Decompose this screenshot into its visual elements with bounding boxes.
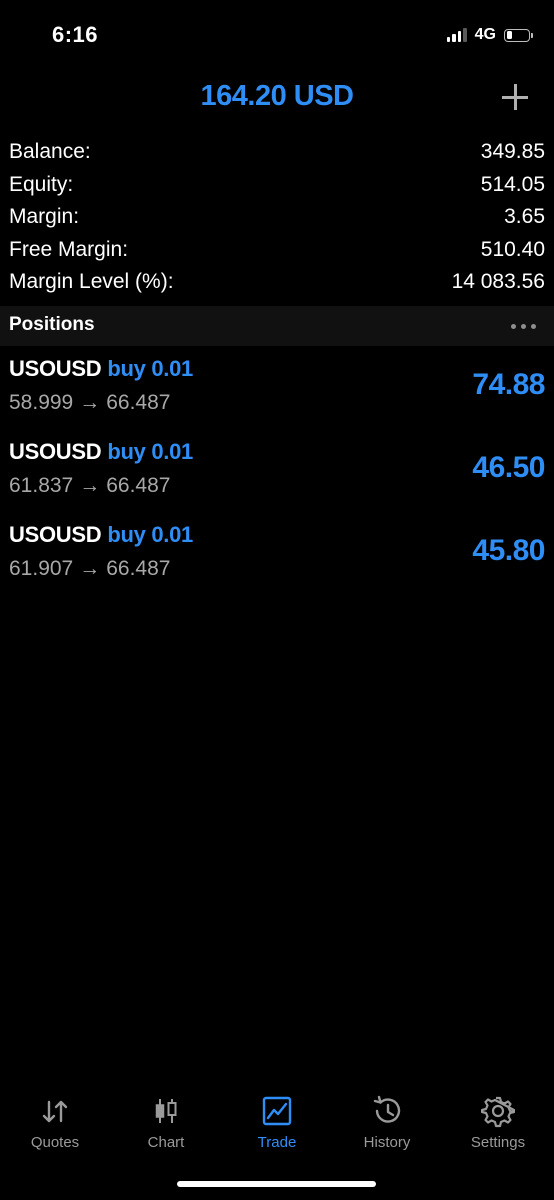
position-row[interactable]: USOUSD buy 0.01 58.999 → 66.487 74.88 xyxy=(0,346,554,429)
summary-label: Margin Level (%): xyxy=(9,270,174,293)
tab-quotes[interactable]: Quotes xyxy=(5,1090,105,1154)
summary-row-free-margin: Free Margin: 510.40 xyxy=(9,234,545,267)
position-current-price: 66.487 xyxy=(106,557,171,580)
tab-history[interactable]: History xyxy=(337,1090,437,1154)
summary-row-margin: Margin: 3.65 xyxy=(9,201,545,234)
position-profit: 74.88 xyxy=(472,368,545,401)
tab-trade[interactable]: Trade xyxy=(227,1090,327,1154)
position-direction: buy 0.01 xyxy=(107,439,193,464)
position-profit: 46.50 xyxy=(472,451,545,484)
summary-value: 510.40 xyxy=(480,237,545,261)
tab-label: Trade xyxy=(257,1134,297,1151)
signal-icon xyxy=(446,28,467,42)
status-time: 6:16 xyxy=(52,22,99,47)
header: 164.20 USD xyxy=(0,78,554,118)
status-bar: 6:16 4G xyxy=(0,0,554,70)
account-summary: Balance: 349.85 Equity: 514.05 Margin: 3… xyxy=(9,136,545,299)
positions-section-header: Positions xyxy=(0,306,554,346)
summary-label: Balance: xyxy=(9,140,91,163)
tab-label: Chart xyxy=(147,1134,185,1151)
position-symbol: USOUSD xyxy=(9,356,102,381)
home-indicator[interactable] xyxy=(177,1181,376,1187)
summary-value: 3.65 xyxy=(504,205,545,228)
position-open-price: 58.999 xyxy=(9,391,74,414)
position-profit: 45.80 xyxy=(472,534,545,567)
position-direction: buy 0.01 xyxy=(107,522,193,547)
position-open-price: 61.907 xyxy=(9,557,74,580)
summary-row-equity: Equity: 514.05 xyxy=(9,169,545,202)
summary-label: Margin: xyxy=(9,205,80,228)
tab-label: History xyxy=(363,1134,411,1151)
more-options-icon[interactable] xyxy=(511,324,536,329)
tab-chart[interactable]: Chart xyxy=(116,1090,216,1154)
tab-label: Settings xyxy=(470,1134,526,1151)
position-current-price: 66.487 xyxy=(106,474,171,497)
position-current-price: 66.487 xyxy=(106,391,171,414)
position-row[interactable]: USOUSD buy 0.01 61.837 → 66.487 46.50 xyxy=(0,429,554,512)
position-symbol: USOUSD xyxy=(9,522,102,547)
position-row[interactable]: USOUSD buy 0.01 61.907 → 66.487 45.80 xyxy=(0,512,554,595)
position-direction: buy 0.01 xyxy=(107,356,193,381)
tab-label: Quotes xyxy=(30,1134,80,1151)
summary-row-balance: Balance: 349.85 xyxy=(9,136,545,169)
trade-chart-icon xyxy=(262,1096,292,1126)
battery-icon xyxy=(504,28,533,42)
summary-value: 349.85 xyxy=(480,140,545,163)
tab-bar: Quotes Chart Trade History Settings xyxy=(0,1090,554,1160)
summary-row-margin-level: Margin Level (%): 14 083.56 xyxy=(9,266,545,299)
network-type: 4G xyxy=(474,26,496,43)
summary-label: Equity: xyxy=(9,172,74,196)
status-indicators: 4G xyxy=(446,26,533,44)
position-open-price: 61.837 xyxy=(9,474,74,497)
arrow-right-icon: → xyxy=(79,391,101,414)
gear-icon xyxy=(481,1096,515,1128)
position-symbol: USOUSD xyxy=(9,439,102,464)
arrow-right-icon: → xyxy=(79,557,101,580)
summary-label: Free Margin: xyxy=(9,237,129,261)
positions-title: Positions xyxy=(9,314,95,335)
candlestick-icon xyxy=(155,1099,177,1123)
arrows-updown-icon xyxy=(42,1100,68,1123)
summary-value: 14 083.56 xyxy=(451,270,545,293)
account-profit-title: 164.20 USD xyxy=(200,80,355,112)
positions-list: USOUSD buy 0.01 58.999 → 66.487 74.88 USOUS… xyxy=(0,346,554,595)
history-icon xyxy=(373,1095,401,1123)
summary-value: 514.05 xyxy=(480,172,545,196)
arrow-right-icon: → xyxy=(79,474,101,497)
plus-icon[interactable] xyxy=(500,82,530,112)
tab-settings[interactable]: Settings xyxy=(448,1090,548,1154)
